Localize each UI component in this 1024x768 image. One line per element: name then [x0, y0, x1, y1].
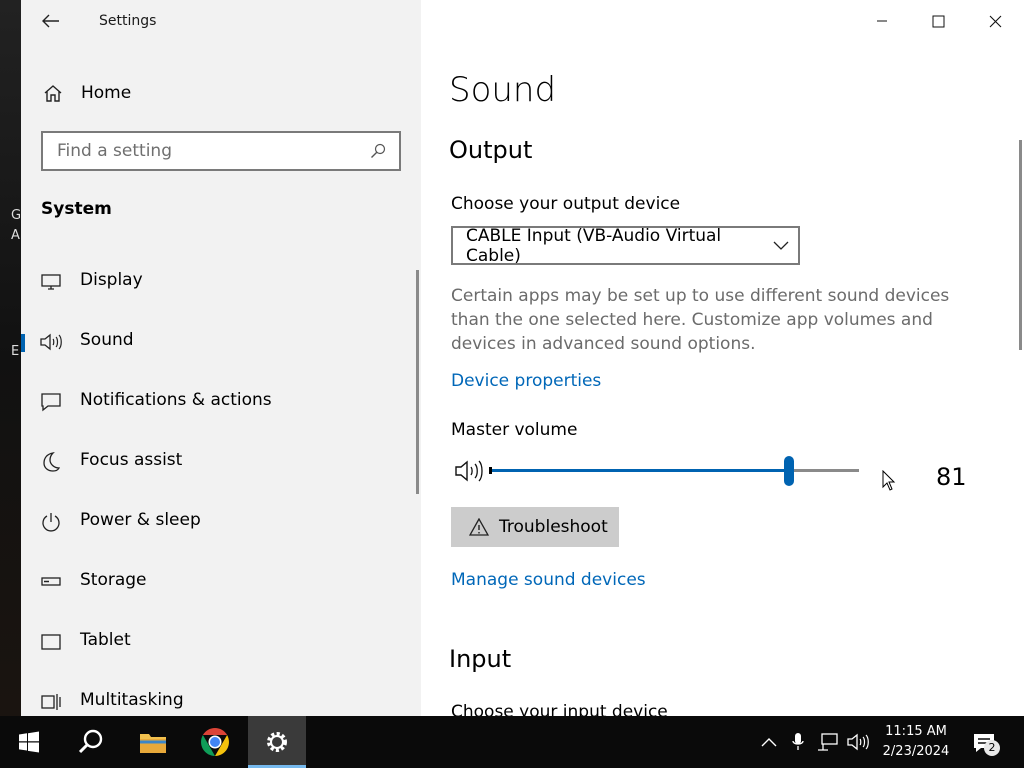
sidebar-item-label: Sound — [80, 330, 134, 350]
volume-speaker-icon[interactable] — [454, 459, 484, 483]
minimize-button[interactable] — [853, 0, 910, 42]
active-indicator — [21, 334, 25, 352]
master-volume-value: 81 — [936, 463, 967, 491]
master-volume-slider[interactable] — [489, 455, 859, 487]
file-explorer-button[interactable] — [124, 716, 182, 768]
sidebar-item-notifications[interactable]: Notifications & actions — [21, 372, 416, 432]
app-title: Settings — [99, 13, 157, 29]
input-device-label: Choose your input device — [451, 702, 668, 716]
chrome-icon — [201, 728, 229, 756]
sidebar-item-label: Multitasking — [80, 690, 184, 710]
output-description: Certain apps may be set up to use differ… — [451, 286, 950, 354]
sidebar-item-sound[interactable]: Sound — [21, 312, 416, 372]
sidebar-item-label: Display — [80, 270, 143, 290]
desktop-icon-label: A — [11, 228, 20, 243]
sound-page: Sound Output Choose your output device C… — [421, 0, 1024, 716]
maximize-button[interactable] — [910, 0, 967, 42]
mouse-cursor-icon — [882, 470, 896, 491]
sidebar-item-label: Tablet — [80, 630, 131, 650]
desktop-icon-label: G — [11, 208, 22, 223]
microphone-icon — [792, 733, 804, 750]
device-properties-link[interactable]: Device properties — [451, 371, 601, 391]
home-icon — [44, 85, 62, 102]
search-box[interactable]: Find a setting — [41, 131, 401, 171]
sidebar-item-display[interactable]: Display — [21, 252, 416, 312]
desktop-background: G A E — [0, 0, 21, 716]
chevron-up-icon — [761, 738, 777, 747]
troubleshoot-button[interactable]: Troubleshoot — [451, 507, 619, 547]
volume-tray-icon[interactable] — [846, 730, 870, 754]
tablet-icon — [40, 631, 62, 653]
master-volume-label: Master volume — [451, 420, 578, 440]
power-icon — [40, 511, 62, 533]
start-button[interactable] — [0, 716, 58, 768]
sidebar-nav: Display Sound Notifications & actions Fo… — [21, 252, 416, 716]
show-hidden-icons-button[interactable] — [757, 730, 781, 754]
multitasking-icon — [40, 691, 62, 713]
output-device-value: CABLE Input (VB-Audio Virtual Cable) — [466, 225, 722, 266]
manage-sound-devices-link[interactable]: Manage sound devices — [451, 570, 646, 590]
notification-icon — [40, 391, 62, 413]
sidebar-item-storage[interactable]: Storage — [21, 552, 416, 612]
slider-start-marker — [489, 467, 492, 474]
microphone-tray-icon[interactable] — [786, 730, 810, 754]
warning-icon — [468, 516, 490, 538]
sidebar-item-label: Notifications & actions — [80, 390, 272, 410]
taskbar: 11:15 AM 2/23/2024 2 — [0, 716, 1024, 768]
gear-icon — [267, 732, 287, 752]
folder-icon — [140, 734, 166, 753]
troubleshoot-label: Troubleshoot — [499, 517, 608, 537]
minimize-icon — [876, 20, 887, 22]
input-heading: Input — [449, 645, 512, 673]
back-button[interactable] — [37, 8, 65, 34]
sidebar-item-tablet[interactable]: Tablet — [21, 612, 416, 672]
output-device-label: Choose your output device — [451, 194, 681, 214]
windows-logo-icon — [19, 731, 39, 753]
back-arrow-icon — [42, 14, 59, 28]
content-scrollbar[interactable] — [1019, 140, 1022, 350]
display-icon — [40, 271, 62, 293]
slider-fill — [489, 469, 789, 472]
chevron-down-icon — [764, 241, 798, 251]
sidebar-item-focus-assist[interactable]: Focus assist — [21, 432, 416, 492]
sidebar: Settings Home Find a setting System Disp… — [21, 0, 421, 716]
clock-time: 11:15 AM — [885, 724, 947, 739]
chrome-button[interactable] — [186, 716, 244, 768]
settings-window: Settings Home Find a setting System Disp… — [21, 0, 1024, 716]
moon-icon — [40, 451, 62, 473]
window-controls — [853, 0, 1024, 42]
section-title: System — [41, 199, 112, 219]
sidebar-item-label: Power & sleep — [80, 510, 201, 530]
sidebar-item-label: Focus assist — [80, 450, 183, 470]
settings-taskbar-button[interactable] — [248, 716, 306, 768]
output-device-dropdown[interactable]: CABLE Input (VB-Audio Virtual Cable) — [451, 225, 800, 266]
search-icon — [78, 729, 103, 754]
sidebar-scrollbar[interactable] — [416, 270, 419, 494]
sidebar-item-label: Storage — [80, 570, 147, 590]
close-icon — [989, 15, 1002, 27]
output-heading: Output — [449, 136, 533, 164]
page-title: Sound — [449, 70, 557, 110]
notification-count-badge: 2 — [984, 740, 1000, 756]
home-label: Home — [81, 83, 132, 103]
search-input[interactable]: Find a setting — [57, 141, 363, 161]
sidebar-item-multitasking[interactable]: Multitasking — [21, 672, 416, 716]
clock[interactable]: 11:15 AM 2/23/2024 — [876, 722, 956, 762]
speaker-icon — [40, 331, 62, 353]
clock-date: 2/23/2024 — [882, 744, 950, 759]
sidebar-item-power-sleep[interactable]: Power & sleep — [21, 492, 416, 552]
speaker-icon — [847, 733, 869, 751]
search-icon[interactable] — [363, 136, 393, 166]
sidebar-header: Settings — [21, 0, 421, 42]
slider-thumb[interactable] — [784, 456, 794, 486]
maximize-icon — [932, 15, 945, 27]
taskbar-search-button[interactable] — [62, 716, 120, 768]
network-tray-icon[interactable] — [816, 730, 840, 754]
close-button[interactable] — [967, 0, 1024, 42]
home-nav[interactable]: Home — [41, 78, 401, 108]
storage-icon — [40, 571, 62, 593]
network-icon — [818, 733, 838, 751]
desktop-icon-label: E — [11, 344, 20, 359]
action-center-button[interactable]: 2 — [970, 728, 1000, 758]
